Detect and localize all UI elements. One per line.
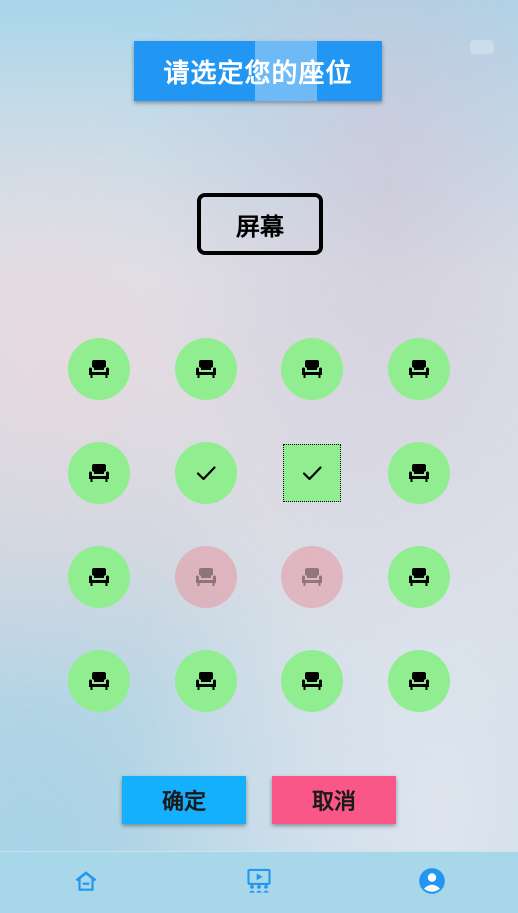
sofa-icon [88, 464, 110, 482]
sofa-icon [195, 672, 217, 690]
seat-r4-c2[interactable] [174, 650, 237, 712]
nav-item-cinema[interactable] [245, 867, 273, 899]
sofa-icon [301, 360, 323, 378]
seat-r2-c3[interactable] [283, 444, 342, 502]
seat-r1-c4[interactable] [387, 338, 450, 400]
sofa-icon [301, 672, 323, 690]
seat-r2-c4[interactable] [387, 442, 450, 504]
seat-r1-c1[interactable] [68, 338, 130, 400]
sofa-icon [408, 672, 430, 690]
seat-r2-c1[interactable] [68, 442, 130, 504]
page-title: 请选定您的座位 [163, 58, 353, 89]
screen-indicator: 屏幕 [197, 193, 323, 255]
page-title-bar: 请选定您的座位 [134, 41, 382, 101]
confirm-button[interactable]: 确定 [122, 776, 246, 824]
profile-icon [418, 867, 446, 899]
seat-r3-c3 [281, 546, 344, 608]
home-icon [73, 868, 99, 898]
sofa-icon [88, 672, 110, 690]
bottom-nav [0, 851, 518, 913]
sofa-icon [88, 360, 110, 378]
seat-grid [68, 338, 450, 712]
seat-r3-c2 [174, 546, 237, 608]
check-icon [300, 461, 324, 485]
sofa-icon [408, 360, 430, 378]
seat-r3-c4[interactable] [387, 546, 450, 608]
seat-r4-c3[interactable] [281, 650, 344, 712]
cinema-icon [245, 867, 273, 899]
sofa-icon [301, 568, 323, 586]
screen-label: 屏幕 [236, 212, 284, 241]
status-indicator [470, 40, 494, 54]
nav-item-home[interactable] [72, 869, 100, 897]
seat-r4-c4[interactable] [387, 650, 450, 712]
cancel-button[interactable]: 取消 [272, 776, 396, 824]
sofa-icon [408, 568, 430, 586]
sofa-icon [195, 360, 217, 378]
sofa-icon [408, 464, 430, 482]
nav-item-profile[interactable] [418, 867, 446, 899]
seat-r3-c1[interactable] [68, 546, 130, 608]
seat-r2-c2[interactable] [174, 442, 237, 504]
seat-r1-c3[interactable] [281, 338, 344, 400]
check-icon [194, 461, 218, 485]
sofa-icon [195, 568, 217, 586]
seat-r1-c2[interactable] [174, 338, 237, 400]
sofa-icon [88, 568, 110, 586]
seat-r4-c1[interactable] [68, 650, 130, 712]
